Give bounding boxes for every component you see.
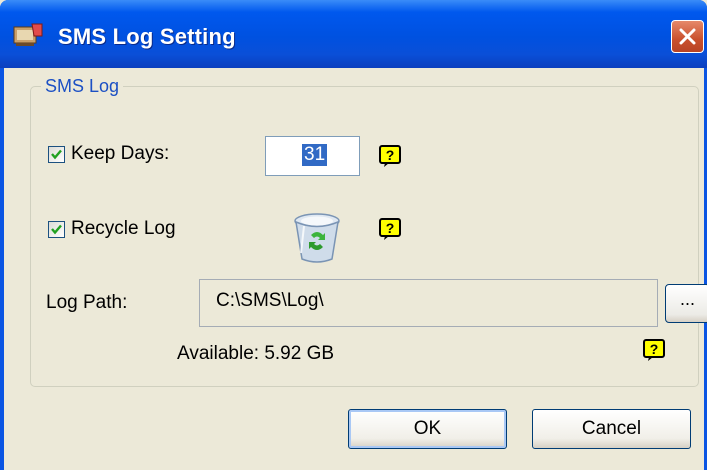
recycle-bin-icon bbox=[294, 213, 340, 263]
dialog-client-area: SMS Log Keep Days: 31 ? Recycle Log ? Lo… bbox=[4, 68, 707, 470]
log-path-field: C:\SMS\Log\ bbox=[199, 279, 658, 327]
checkmark-icon bbox=[51, 149, 62, 160]
help-icon[interactable]: ? bbox=[379, 218, 401, 240]
window-title: SMS Log Setting bbox=[58, 24, 236, 49]
keep-days-checkbox[interactable] bbox=[48, 146, 65, 163]
ok-button[interactable]: OK bbox=[348, 409, 507, 449]
log-path-label: Log Path: bbox=[46, 292, 128, 313]
help-icon[interactable]: ? bbox=[643, 339, 665, 361]
svg-text:?: ? bbox=[650, 341, 659, 357]
checkmark-icon bbox=[51, 224, 62, 235]
cancel-button[interactable]: Cancel bbox=[532, 409, 691, 449]
browse-button[interactable]: ... bbox=[665, 284, 707, 323]
svg-text:?: ? bbox=[386, 147, 395, 163]
svg-text:?: ? bbox=[386, 220, 395, 236]
available-space-text: Available: 5.92 GB bbox=[177, 343, 335, 364]
recycle-log-checkbox[interactable] bbox=[48, 221, 65, 238]
keep-days-input[interactable]: 31 bbox=[265, 136, 360, 176]
close-icon bbox=[679, 28, 696, 45]
sms-log-group: SMS Log Keep Days: 31 ? Recycle Log ? Lo… bbox=[30, 76, 707, 387]
keep-days-value: 31 bbox=[302, 144, 328, 166]
dialog-window: SMS Log Setting SMS Log Keep Days: 31 ? … bbox=[0, 0, 707, 470]
close-button[interactable] bbox=[671, 20, 704, 53]
keep-days-label: Keep Days: bbox=[71, 143, 170, 164]
app-icon bbox=[13, 23, 43, 46]
group-title: SMS Log bbox=[41, 76, 124, 97]
help-icon[interactable]: ? bbox=[379, 145, 401, 167]
recycle-log-label: Recycle Log bbox=[71, 218, 176, 239]
log-path-value: C:\SMS\Log\ bbox=[216, 290, 324, 311]
title-bar[interactable]: SMS Log Setting bbox=[0, 0, 707, 68]
